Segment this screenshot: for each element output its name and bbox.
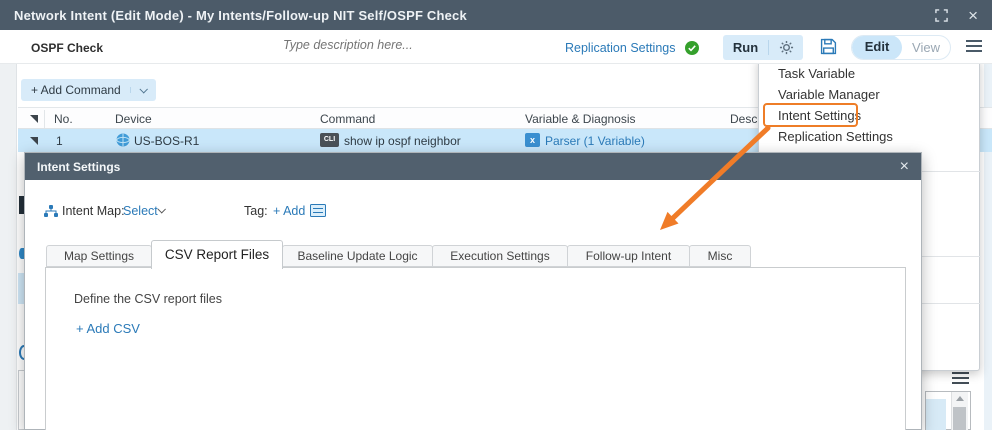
tab-execution-settings[interactable]: Execution Settings bbox=[432, 245, 568, 267]
menu-item-replication-settings[interactable]: Replication Settings bbox=[759, 126, 981, 147]
window-title: Network Intent (Edit Mode) - My Intents/… bbox=[14, 8, 467, 23]
replication-settings-link[interactable]: Replication Settings bbox=[565, 41, 675, 55]
run-settings-button[interactable] bbox=[769, 40, 803, 55]
run-button[interactable]: Run bbox=[723, 40, 768, 55]
description-input[interactable] bbox=[283, 38, 473, 52]
variable-icon: x bbox=[525, 133, 540, 147]
gear-icon bbox=[779, 40, 794, 55]
column-variable-diagnosis: Variable & Diagnosis bbox=[525, 112, 636, 126]
tab-baseline-update-logic[interactable]: Baseline Update Logic bbox=[282, 245, 433, 267]
hamburger-menu-icon[interactable] bbox=[952, 372, 969, 374]
parser-link[interactable]: Parser (1 Variable) bbox=[545, 134, 645, 148]
chevron-down-icon bbox=[139, 85, 147, 93]
intent-name: OSPF Check bbox=[31, 41, 103, 55]
add-command-button[interactable]: + Add Command bbox=[21, 79, 156, 101]
titlebar[interactable]: Network Intent (Edit Mode) - My Intents/… bbox=[0, 0, 992, 30]
intent-map-select[interactable]: Select bbox=[123, 204, 158, 218]
csv-description: Define the CSV report files bbox=[74, 292, 222, 306]
close-window-icon[interactable]: × bbox=[968, 7, 978, 24]
intent-map-label: Intent Map: bbox=[62, 204, 125, 218]
left-rail bbox=[0, 64, 17, 430]
close-icon[interactable]: × bbox=[900, 158, 909, 176]
tag-label: Tag: bbox=[244, 204, 268, 218]
scrollbar-thumb[interactable] bbox=[953, 407, 966, 430]
intent-settings-modal: Intent Settings × Intent Map: Select Tag… bbox=[24, 152, 922, 430]
intent-map-icon bbox=[44, 205, 58, 218]
column-device: Device bbox=[115, 112, 152, 126]
modal-header[interactable]: Intent Settings × bbox=[25, 153, 921, 180]
cli-badge: CLI bbox=[320, 133, 339, 147]
row-number: 1 bbox=[56, 134, 63, 148]
scroll-up-icon[interactable] bbox=[956, 396, 964, 401]
tab-csv-report-files[interactable]: CSV Report Files bbox=[151, 240, 283, 269]
chevron-down-icon[interactable] bbox=[157, 205, 165, 213]
save-icon[interactable] bbox=[820, 38, 837, 55]
device-name[interactable]: US-BOS-R1 bbox=[134, 134, 199, 148]
row-collapse-icon[interactable] bbox=[30, 137, 38, 145]
toolbar bbox=[0, 30, 992, 64]
column-no: No. bbox=[54, 112, 73, 126]
maximize-icon[interactable] bbox=[935, 9, 948, 22]
tag-add-link[interactable]: + Add bbox=[273, 204, 305, 218]
tab-map-settings[interactable]: Map Settings bbox=[46, 245, 152, 267]
run-button-group: Run bbox=[723, 35, 803, 60]
tab-misc[interactable]: Misc bbox=[689, 245, 751, 267]
menu-item-variable-manager[interactable]: Variable Manager bbox=[759, 84, 981, 105]
menu-item-task-variable[interactable]: Task Variable bbox=[759, 63, 981, 84]
command-text[interactable]: show ip ospf neighbor bbox=[344, 134, 461, 148]
toolbar-hamburger-icon[interactable] bbox=[966, 40, 982, 42]
check-circle-icon bbox=[685, 41, 699, 55]
modal-title: Intent Settings bbox=[37, 160, 120, 174]
highlight-annotation-box bbox=[763, 103, 858, 127]
add-csv-link[interactable]: + Add CSV bbox=[76, 321, 140, 336]
csv-tab-panel: Define the CSV report files + Add CSV bbox=[45, 267, 906, 430]
column-separator bbox=[44, 110, 45, 128]
background-panel-fragment bbox=[926, 399, 946, 430]
collapse-all-icon[interactable] bbox=[30, 115, 38, 123]
toggle-edit[interactable]: Edit bbox=[852, 35, 902, 60]
app-window: + Add Command No. Device Command Variabl… bbox=[0, 0, 992, 430]
edit-view-toggle: Edit View bbox=[851, 35, 951, 60]
add-command-label: + Add Command bbox=[31, 83, 121, 97]
tag-list-icon[interactable] bbox=[310, 204, 326, 217]
add-command-dropdown[interactable] bbox=[130, 87, 148, 93]
device-icon bbox=[116, 133, 130, 147]
column-command: Command bbox=[320, 112, 375, 126]
tab-follow-up-intent[interactable]: Follow-up Intent bbox=[567, 245, 690, 267]
toggle-view[interactable]: View bbox=[902, 40, 950, 55]
